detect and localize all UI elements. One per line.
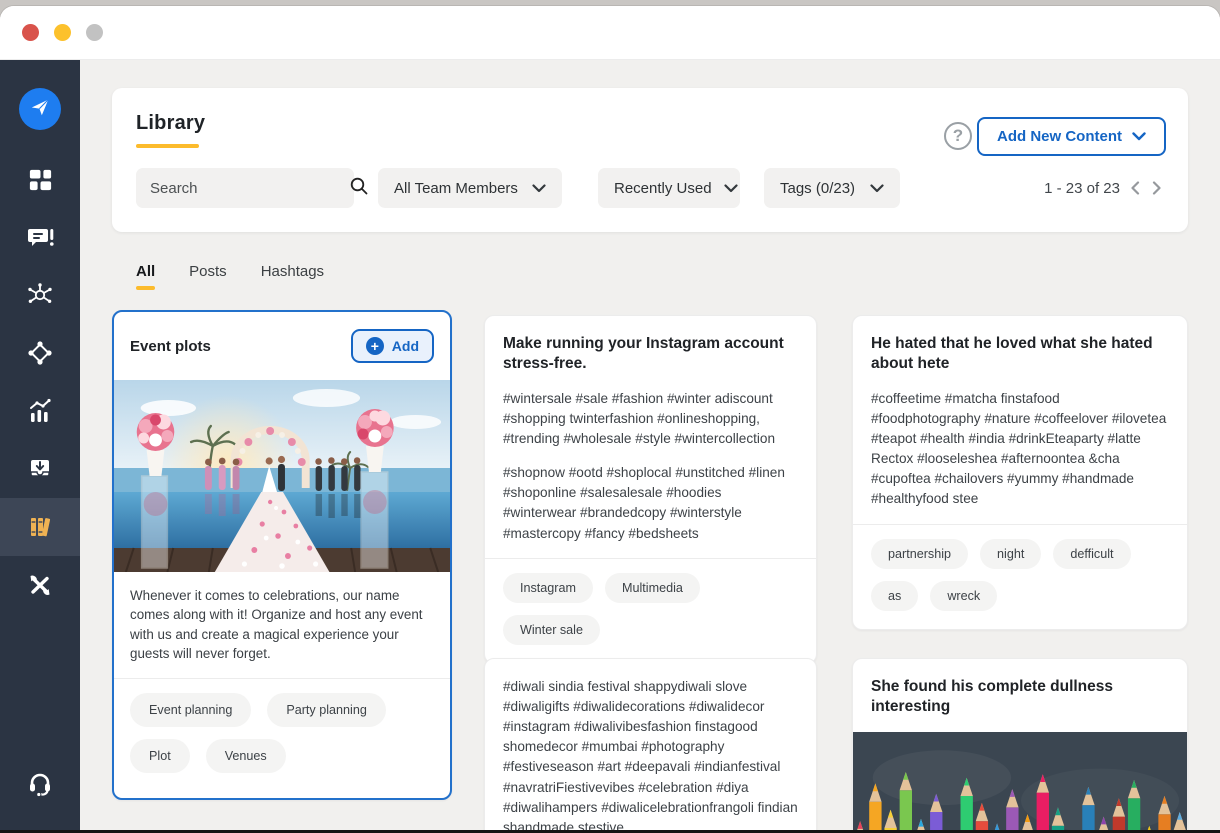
card-dullness[interactable]: She found his complete dullness interest… bbox=[852, 658, 1188, 830]
tag-chip[interactable]: partnership bbox=[871, 539, 968, 569]
sidebar-item-engage[interactable] bbox=[0, 208, 80, 266]
tag-chip[interactable]: Plot bbox=[130, 739, 190, 773]
maximize-window-button[interactable] bbox=[86, 24, 103, 41]
search-input[interactable] bbox=[150, 180, 349, 197]
add-to-post-button[interactable]: + Add bbox=[351, 329, 434, 363]
card-instagram-stress-free[interactable]: Make running your Instagram account stre… bbox=[484, 315, 817, 664]
card-diwali-hashtags[interactable]: #diwali sindia festival shappydiwali slo… bbox=[484, 658, 817, 830]
card-event-plots[interactable]: Event plots + Add bbox=[112, 310, 452, 800]
card-title: Event plots bbox=[130, 338, 211, 355]
sidebar-item-tools[interactable] bbox=[0, 556, 80, 614]
tools-icon bbox=[26, 571, 54, 599]
window-frame: Library ? Add New Content bbox=[0, 6, 1220, 833]
card-title: He hated that he loved what she hated ab… bbox=[871, 334, 1169, 375]
pagination: 1 - 23 of 23 bbox=[1044, 179, 1164, 197]
window-titlebar bbox=[0, 6, 1220, 60]
hashtag-paragraph: #shopnow #ootd #shoplocal #unstitched #l… bbox=[503, 463, 798, 543]
tag-chip[interactable]: Event planning bbox=[130, 693, 251, 727]
tab-all[interactable]: All bbox=[136, 263, 155, 290]
diamond-nodes-icon bbox=[26, 339, 54, 367]
tag-chip[interactable]: Winter sale bbox=[503, 615, 600, 645]
tag-chip[interactable]: defficult bbox=[1053, 539, 1130, 569]
tag-chip[interactable]: Instagram bbox=[503, 573, 593, 603]
pagination-prev-button[interactable] bbox=[1128, 179, 1142, 197]
network-nodes-icon bbox=[26, 281, 54, 309]
hashtag-paragraph: #diwali sindia festival shappydiwali slo… bbox=[503, 677, 798, 830]
tag-chip[interactable]: Multimedia bbox=[605, 573, 700, 603]
tags-dropdown-label: Tags (0/23) bbox=[780, 180, 858, 197]
chevron-down-icon bbox=[724, 180, 738, 197]
headset-icon bbox=[25, 768, 55, 798]
tag-chip[interactable]: night bbox=[980, 539, 1041, 569]
tag-chip[interactable]: wreck bbox=[930, 581, 997, 611]
library-header-panel: Library ? Add New Content bbox=[112, 88, 1188, 232]
sidebar-item-plan[interactable] bbox=[0, 324, 80, 382]
tag-list: Event planning Party planning Plot Venue… bbox=[114, 679, 450, 787]
chevron-down-icon bbox=[1132, 128, 1146, 145]
page-title: Library bbox=[136, 112, 205, 135]
hashtag-paragraph: #coffeetime #matcha finstafood #foodphot… bbox=[871, 389, 1169, 510]
sort-dropdown-label: Recently Used bbox=[614, 180, 712, 197]
minimize-window-button[interactable] bbox=[54, 24, 71, 41]
card-he-hated[interactable]: He hated that he loved what she hated ab… bbox=[852, 315, 1188, 630]
hashtag-paragraph: #wintersale #sale #fashion #winter adisc… bbox=[503, 389, 798, 449]
tag-list: partnership night defficult as wreck bbox=[871, 539, 1169, 611]
library-books-icon bbox=[25, 512, 55, 542]
tab-hashtags[interactable]: Hashtags bbox=[261, 263, 324, 290]
pagination-label: 1 - 23 of 23 bbox=[1044, 180, 1120, 197]
pagination-next-button[interactable] bbox=[1150, 179, 1164, 197]
paper-plane-icon bbox=[29, 96, 51, 123]
sidebar-item-dashboard[interactable] bbox=[0, 150, 80, 208]
plus-icon: + bbox=[366, 337, 384, 355]
sidebar-item-support[interactable] bbox=[0, 754, 80, 812]
search-field[interactable] bbox=[136, 168, 354, 208]
divider bbox=[485, 558, 816, 559]
bar-chart-trend-icon bbox=[26, 397, 54, 425]
chevron-down-icon bbox=[870, 180, 884, 197]
close-window-button[interactable] bbox=[22, 24, 39, 41]
add-new-content-button[interactable]: Add New Content bbox=[977, 117, 1166, 156]
library-tabs: All Posts Hashtags bbox=[136, 263, 324, 290]
add-button-label: Add bbox=[392, 338, 419, 354]
beach-wedding-image bbox=[114, 380, 450, 572]
sidebar-item-network[interactable] bbox=[0, 266, 80, 324]
team-members-dropdown-label: All Team Members bbox=[394, 180, 520, 197]
team-members-dropdown[interactable]: All Team Members bbox=[378, 168, 562, 208]
divider bbox=[853, 524, 1187, 525]
help-icon[interactable]: ? bbox=[944, 122, 972, 150]
app-logo[interactable] bbox=[19, 88, 61, 130]
search-icon[interactable] bbox=[349, 176, 369, 201]
comment-exclamation-icon bbox=[26, 223, 54, 251]
sidebar bbox=[0, 60, 80, 830]
tags-dropdown[interactable]: Tags (0/23) bbox=[764, 168, 900, 208]
dashboard-grid-icon bbox=[27, 166, 54, 193]
tag-list: Instagram Multimedia Winter sale bbox=[503, 573, 798, 645]
card-title: She found his complete dullness interest… bbox=[871, 677, 1169, 718]
inbox-download-icon bbox=[26, 455, 54, 483]
card-description: Whenever it comes to celebrations, our n… bbox=[114, 572, 450, 676]
sort-dropdown[interactable]: Recently Used bbox=[598, 168, 740, 208]
tag-chip[interactable]: Venues bbox=[206, 739, 286, 773]
pencils-image bbox=[853, 732, 1187, 830]
traffic-lights bbox=[22, 24, 103, 41]
chevron-down-icon bbox=[532, 180, 546, 197]
card-title: Make running your Instagram account stre… bbox=[503, 334, 798, 375]
add-new-content-label: Add New Content bbox=[997, 128, 1122, 145]
tag-chip[interactable]: as bbox=[871, 581, 918, 611]
sidebar-item-analytics[interactable] bbox=[0, 382, 80, 440]
sidebar-item-library[interactable] bbox=[0, 498, 80, 556]
title-underline bbox=[136, 144, 199, 148]
app-window: Library ? Add New Content bbox=[0, 0, 1220, 833]
sidebar-item-inbox[interactable] bbox=[0, 440, 80, 498]
library-page: Library ? Add New Content bbox=[80, 60, 1220, 830]
tab-posts[interactable]: Posts bbox=[189, 263, 227, 290]
tag-chip[interactable]: Party planning bbox=[267, 693, 386, 727]
